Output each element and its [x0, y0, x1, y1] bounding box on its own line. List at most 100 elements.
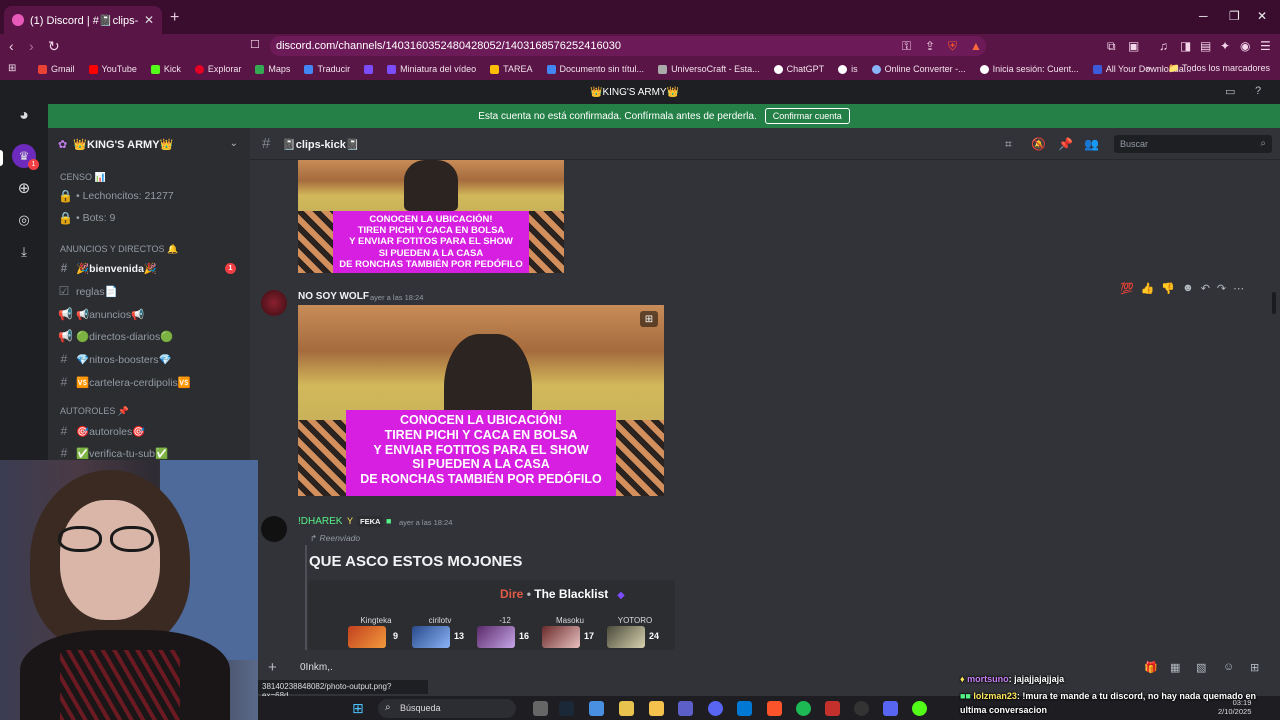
outlook-icon[interactable] [737, 701, 752, 716]
reaction-thumbs-down-icon[interactable]: 👎 [1161, 282, 1175, 295]
share-icon[interactable]: ⇪ [925, 39, 935, 53]
server-name[interactable]: ✿ 👑KING'S ARMY👑 [58, 138, 173, 151]
attach-plus-icon[interactable]: + [268, 659, 277, 676]
bookmark-maps[interactable]: Maps [255, 64, 290, 74]
extensions-icon[interactable]: ⧉ [1107, 39, 1116, 54]
close-window-icon[interactable]: ✕ [1257, 9, 1267, 23]
reply-icon[interactable]: ↶ [1201, 282, 1210, 295]
channel-bots[interactable]: 🔒 • Bots: 9 [58, 208, 244, 228]
forward-icon[interactable]: › [29, 38, 34, 54]
channel-reglas[interactable]: ☑ reglas📄 [58, 281, 244, 301]
members-icon[interactable]: 👥 [1084, 137, 1099, 151]
bookmark-tarea[interactable]: TAREA [490, 64, 533, 74]
taskbar-search[interactable]: ⌕ Búsqueda [378, 699, 516, 718]
bookmark-explorar[interactable]: Explorar [194, 64, 241, 74]
bookmark-universocraft[interactable]: UniversoCraft - Esta... [658, 64, 760, 74]
add-reaction-icon[interactable]: ☻ [1182, 282, 1194, 294]
discord-taskbar-icon[interactable] [708, 701, 723, 716]
back-icon[interactable]: ‹ [9, 38, 14, 54]
mute-bell-icon[interactable]: 🔕 [1031, 137, 1046, 151]
server-badge: 1 [28, 159, 39, 170]
sidebar-icon[interactable]: ◨ [1180, 39, 1191, 53]
avatar[interactable] [261, 516, 287, 542]
discord-active-icon[interactable] [883, 701, 898, 716]
new-tab-icon[interactable]: + [170, 9, 179, 27]
windows-start-icon[interactable]: ⊞ [352, 700, 364, 717]
composer-input[interactable]: 0Inkm,. [300, 662, 333, 673]
chevron-down-icon[interactable]: ⌄ [230, 138, 238, 149]
pin-icon[interactable]: 📌 [1058, 137, 1073, 151]
bookmark-traducir[interactable]: Traducir [304, 64, 350, 74]
message-author[interactable]: !DHAREK [298, 516, 342, 527]
bookmark-documento[interactable]: Documento sin títul... [546, 64, 644, 74]
channel-autoroles[interactable]: # 🎯autoroles🎯 [58, 421, 244, 441]
message-author[interactable]: NO SOY WOLF [298, 291, 369, 302]
video-attachment[interactable]: CONOCEN LA UBICACIÓN! TIREN PICHI Y CACA… [298, 160, 564, 273]
steam-icon[interactable] [559, 701, 574, 716]
bookmark-unnamed[interactable] [364, 64, 374, 74]
channel-bienvenida[interactable]: # 🎉bienvenida🎉 1 [58, 258, 244, 278]
category-anuncios[interactable]: ANUNCIOS Y DIRECTOS 🔔 [60, 244, 178, 255]
vpn-icon[interactable]: ◉ [1240, 39, 1250, 53]
wallet-icon[interactable]: ▤ [1200, 39, 1211, 53]
discord-home-icon[interactable]: ◕ [12, 104, 36, 128]
bookmark-online-converter[interactable]: Online Converter -... [871, 64, 966, 74]
url-field[interactable]: discord.com/channels/1403160352480428052… [270, 36, 986, 56]
confirm-account-button[interactable]: Confirmar cuenta [764, 108, 850, 124]
copilot-icon[interactable] [589, 701, 604, 716]
bookmark-miniatura[interactable]: Miniatura del vídeo [387, 64, 476, 74]
file-explorer-icon[interactable] [649, 701, 664, 716]
music-icon[interactable]: ♫ [1159, 39, 1168, 53]
bookmark-youtube[interactable]: YouTube [88, 64, 137, 74]
channel-nitros-boosters[interactable]: # 💎nitros-boosters💎 [58, 349, 244, 369]
reaction-100-icon[interactable]: 💯 [1120, 282, 1134, 295]
more-options-icon[interactable]: ⋯ [1233, 282, 1244, 295]
bookmark-gmail[interactable]: Gmail [38, 64, 75, 74]
obs-icon[interactable] [854, 701, 869, 716]
screenshot-icon[interactable]: ▣ [1128, 39, 1139, 53]
chat-scrollbar[interactable] [1272, 292, 1276, 314]
maximize-icon[interactable]: ❐ [1229, 9, 1240, 23]
brave-rewards-icon[interactable]: ▲ [970, 39, 982, 53]
app-icon[interactable] [619, 701, 634, 716]
channel-anuncios[interactable]: 📢 📢anuncios📢 [58, 304, 244, 324]
browser-tab[interactable]: (1) Discord | #📓clips-kick📓 | 👑 ✕ [4, 6, 162, 34]
task-view-icon[interactable] [533, 701, 548, 716]
minimize-icon[interactable]: ─ [1199, 9, 1208, 23]
channel-cartelera[interactable]: # 🆚cartelera-cerdipolis🆚 [58, 372, 244, 392]
reaction-thumbs-up-icon[interactable]: 👍 [1141, 282, 1155, 295]
teams-icon[interactable] [678, 701, 693, 716]
bookmarks-folder[interactable]: » 📁 Todos los marcadores [1146, 63, 1270, 74]
channel-lechoncitos[interactable]: 🔒 • Lechoncitos: 21277 [58, 186, 244, 206]
brave-shield-icon[interactable]: ⛨ [948, 39, 957, 54]
close-tab-icon[interactable]: ✕ [144, 13, 154, 27]
bookmark-icon[interactable]: ☐ [250, 38, 260, 51]
category-autoroles[interactable]: AUTOROLES 📌 [60, 406, 129, 417]
help-icon[interactable]: ? [1255, 85, 1261, 97]
kick-taskbar-icon[interactable] [912, 701, 927, 716]
forward-icon[interactable]: ↷ [1217, 282, 1226, 295]
add-server-icon[interactable]: ⊕ [12, 176, 36, 200]
category-censo[interactable]: CENSO 📊 [60, 172, 106, 183]
channel-directos-diarios[interactable]: 📢 🟢directos-diarios🟢 [58, 326, 244, 346]
inbox-icon[interactable]: ▭ [1225, 85, 1235, 98]
threads-icon[interactable]: ⌗ [1005, 137, 1012, 152]
search-input[interactable]: Buscar ⌕ [1114, 135, 1272, 153]
discover-icon[interactable]: ◎ [12, 208, 36, 232]
leo-icon[interactable]: ✦ [1220, 39, 1230, 53]
media-gallery-icon[interactable]: ⊞ [640, 311, 658, 327]
brave-icon[interactable] [767, 701, 782, 716]
avatar[interactable] [261, 290, 287, 316]
video-attachment[interactable]: CONOCEN LA UBICACIÓN! TIREN PICHI Y CACA… [298, 305, 664, 496]
apps-grid-icon[interactable]: ⊞ [8, 63, 16, 74]
menu-icon[interactable]: ☰ [1260, 39, 1271, 53]
bookmark-inicia-sesion[interactable]: Inicia sesión: Cuent... [979, 64, 1079, 74]
bookmark-is[interactable]: is [838, 64, 858, 74]
app-icon[interactable] [825, 701, 840, 716]
bookmark-chatgpt[interactable]: ChatGPT [773, 64, 824, 74]
reload-icon[interactable]: ↻ [48, 38, 60, 55]
bookmark-kick[interactable]: Kick [150, 64, 181, 74]
spotify-icon[interactable] [796, 701, 811, 716]
download-icon[interactable]: ⤓ [12, 240, 36, 264]
key-icon[interactable]: ⚿ [902, 39, 911, 54]
